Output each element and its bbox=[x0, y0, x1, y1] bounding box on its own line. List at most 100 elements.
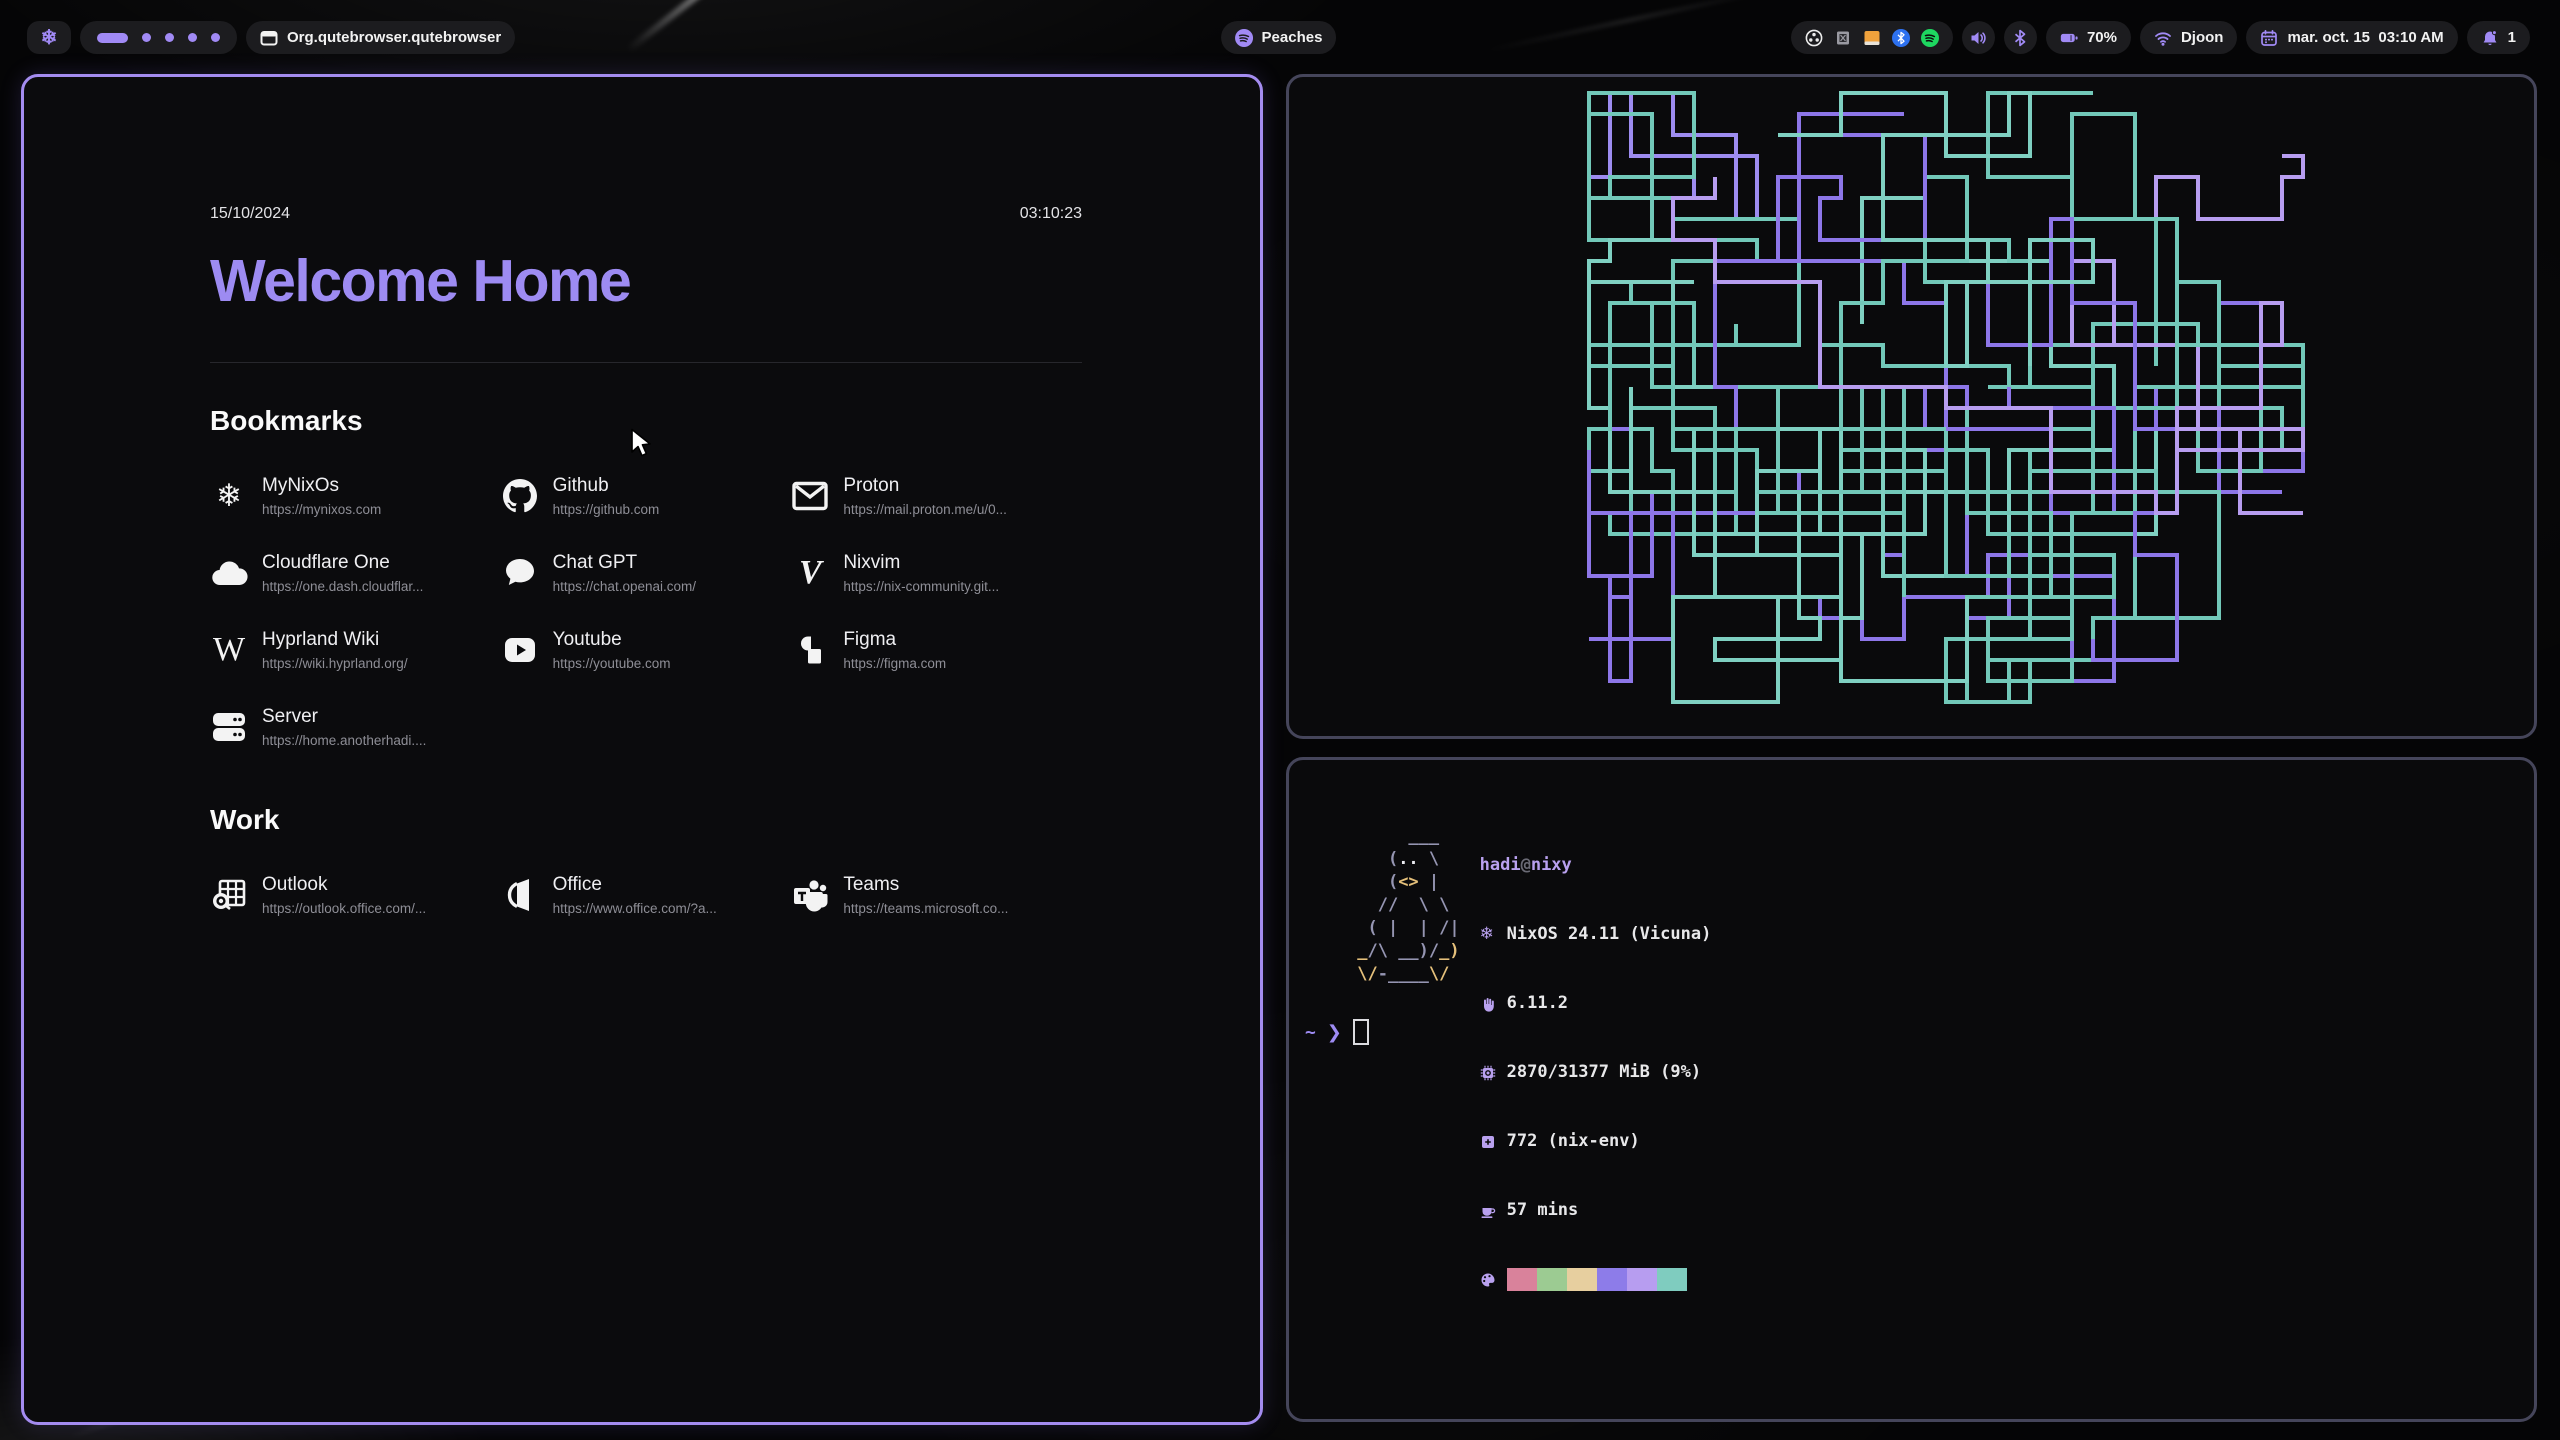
bookmark-server[interactable]: Server https://home.anotherhadi.... bbox=[210, 706, 501, 748]
bluetooth-button[interactable] bbox=[2004, 21, 2037, 54]
divider bbox=[210, 362, 1082, 363]
bookmark-outlook[interactable]: Outlook https://outlook.office.com/... bbox=[210, 874, 501, 916]
wifi-ssid: Djoon bbox=[2181, 29, 2224, 46]
bookmark-title: Github bbox=[553, 475, 660, 497]
bookmark-url: https://one.dash.cloudflar... bbox=[262, 579, 423, 594]
startpage-time: 03:10:23 bbox=[1020, 205, 1082, 223]
media-track-title: Peaches bbox=[1262, 29, 1323, 46]
workspaces-widget[interactable] bbox=[80, 21, 237, 54]
workspace-dot[interactable] bbox=[165, 33, 174, 42]
bookmark-url: https://nix-community.git... bbox=[843, 579, 999, 594]
bookmark-title: Office bbox=[553, 874, 717, 896]
battery-pill[interactable]: 70% bbox=[2046, 21, 2131, 54]
palette-swatch bbox=[1537, 1268, 1567, 1291]
palette-swatch bbox=[1657, 1268, 1687, 1291]
wifi-icon bbox=[2154, 29, 2172, 47]
bookmark-figma[interactable]: Figma https://figma.com bbox=[791, 629, 1082, 671]
shell-prompt[interactable]: ~ ❯ bbox=[1305, 1019, 1369, 1045]
bluetooth-icon bbox=[2011, 29, 2029, 47]
window-tray-icon[interactable] bbox=[1834, 29, 1852, 47]
bookmark-title: Youtube bbox=[553, 629, 671, 651]
fastfetch-info: hadi@nixy ❄ NixOS 24.11 (Vicuna) 6.11.2 bbox=[1480, 808, 1712, 1337]
package-box-icon bbox=[1480, 1134, 1507, 1150]
server-icon bbox=[210, 708, 248, 746]
bookmark-teams[interactable]: Teams https://teams.microsoft.co... bbox=[791, 874, 1082, 916]
bookmark-url: https://wiki.hyprland.org/ bbox=[262, 656, 408, 671]
bookmark-hyprland-wiki[interactable]: W Hyprland Wiki https://wiki.hyprland.or… bbox=[210, 629, 501, 671]
bluetooth-tray-icon[interactable] bbox=[1892, 29, 1910, 47]
bookmark-title: Nixvim bbox=[843, 552, 999, 574]
wikipedia-w-icon: W bbox=[210, 631, 248, 669]
obs-icon[interactable] bbox=[1805, 29, 1823, 47]
bookmark-url: https://teams.microsoft.co... bbox=[843, 901, 1008, 916]
fastfetch-uptime-row: 57 mins bbox=[1480, 1199, 1712, 1222]
fastfetch-os-row: ❄ NixOS 24.11 (Vicuna) bbox=[1480, 923, 1712, 946]
media-player-pill[interactable]: Peaches bbox=[1221, 21, 1337, 54]
system-tray bbox=[1791, 21, 1953, 54]
bookmark-youtube[interactable]: Youtube https://youtube.com bbox=[501, 629, 792, 671]
clock-text: mar. oct. 15 03:10 AM bbox=[2287, 29, 2443, 46]
workspace-active-indicator[interactable] bbox=[97, 33, 128, 43]
work-grid: Outlook https://outlook.office.com/... O… bbox=[210, 874, 1082, 916]
active-window-title-pill[interactable]: Org.qutebrowser.qutebrowser bbox=[246, 21, 515, 54]
terminal-pipes-window bbox=[1286, 74, 2537, 739]
calendar-icon bbox=[2260, 29, 2278, 47]
bookmark-mynixos[interactable]: ❄ MyNixOs https://mynixos.com bbox=[210, 475, 501, 517]
notifications-pill[interactable]: 1 bbox=[2467, 21, 2530, 54]
battery-level: 70% bbox=[2087, 29, 2117, 46]
startpage-date: 15/10/2024 bbox=[210, 205, 290, 223]
bookmark-chatgpt[interactable]: Chat GPT https://chat.openai.com/ bbox=[501, 552, 792, 594]
bookmark-url: https://mynixos.com bbox=[262, 502, 381, 517]
page-title: Welcome Home bbox=[210, 247, 1082, 315]
bookmark-title: Proton bbox=[843, 475, 1007, 497]
palette-icon bbox=[1480, 1272, 1507, 1288]
spotify-tray-icon[interactable] bbox=[1921, 29, 1939, 47]
bookmark-url: https://github.com bbox=[553, 502, 660, 517]
envelope-icon bbox=[791, 477, 829, 515]
kernel-hand-icon bbox=[1480, 996, 1507, 1012]
bookmark-github[interactable]: Github https://github.com bbox=[501, 475, 792, 517]
mouse-cursor bbox=[628, 428, 654, 458]
nixos-launcher-button[interactable]: ❄ bbox=[27, 21, 71, 54]
workspace-dot[interactable] bbox=[142, 33, 151, 42]
bookmark-proton[interactable]: Proton https://mail.proton.me/u/0... bbox=[791, 475, 1082, 517]
fastfetch-user-host: hadi@nixy bbox=[1480, 854, 1712, 877]
terminal-cursor bbox=[1353, 1019, 1369, 1045]
files-icon[interactable] bbox=[1863, 29, 1881, 47]
terminal-color-palette bbox=[1507, 1268, 1687, 1291]
bookmark-title: MyNixOs bbox=[262, 475, 381, 497]
bookmarks-grid: ❄ MyNixOs https://mynixos.com Github htt… bbox=[210, 475, 1082, 748]
bookmark-url: https://chat.openai.com/ bbox=[553, 579, 696, 594]
top-bar-right: 70% Djoon mar. oct. 15 03:10 AM bbox=[1791, 21, 2530, 54]
workspace-dot[interactable] bbox=[211, 33, 220, 42]
spotify-icon bbox=[1235, 29, 1253, 47]
bookmark-url: https://www.office.com/?a... bbox=[553, 901, 717, 916]
fastfetch-colors-row bbox=[1480, 1268, 1712, 1291]
cloud-icon bbox=[210, 554, 248, 592]
bookmark-url: https://figma.com bbox=[843, 656, 946, 671]
bookmark-url: https://youtube.com bbox=[553, 656, 671, 671]
bookmark-office[interactable]: Office https://www.office.com/?a... bbox=[501, 874, 792, 916]
bookmark-cloudflare-one[interactable]: Cloudflare One https://one.dash.cloudfla… bbox=[210, 552, 501, 594]
bookmark-title: Hyprland Wiki bbox=[262, 629, 408, 651]
pipe-line bbox=[1778, 93, 2093, 366]
palette-swatch bbox=[1507, 1268, 1537, 1291]
volume-button[interactable] bbox=[1962, 21, 1995, 54]
pipes-screensaver bbox=[1289, 77, 2534, 736]
top-bar: ❄ Org.qutebrowser.qutebrowser Peaches bbox=[27, 21, 2530, 54]
clock-pill[interactable]: mar. oct. 15 03:10 AM bbox=[2246, 21, 2457, 54]
fastfetch-memory-row: 2870/31377 MiB (9%) bbox=[1480, 1061, 1712, 1084]
speaker-icon bbox=[1969, 29, 1987, 47]
bookmark-url: https://mail.proton.me/u/0... bbox=[843, 502, 1007, 517]
outlook-icon bbox=[210, 876, 248, 914]
fastfetch-packages-row: 772 (nix-env) bbox=[1480, 1130, 1712, 1153]
bell-icon bbox=[2481, 29, 2499, 47]
nixos-icon: ❄ bbox=[210, 477, 248, 515]
v-letter-icon: V bbox=[791, 554, 829, 592]
network-pill[interactable]: Djoon bbox=[2140, 21, 2238, 54]
workspace-dot[interactable] bbox=[188, 33, 197, 42]
youtube-icon bbox=[501, 631, 539, 669]
figma-icon bbox=[791, 631, 829, 669]
bookmark-nixvim[interactable]: V Nixvim https://nix-community.git... bbox=[791, 552, 1082, 594]
fastfetch-kernel-row: 6.11.2 bbox=[1480, 992, 1712, 1015]
